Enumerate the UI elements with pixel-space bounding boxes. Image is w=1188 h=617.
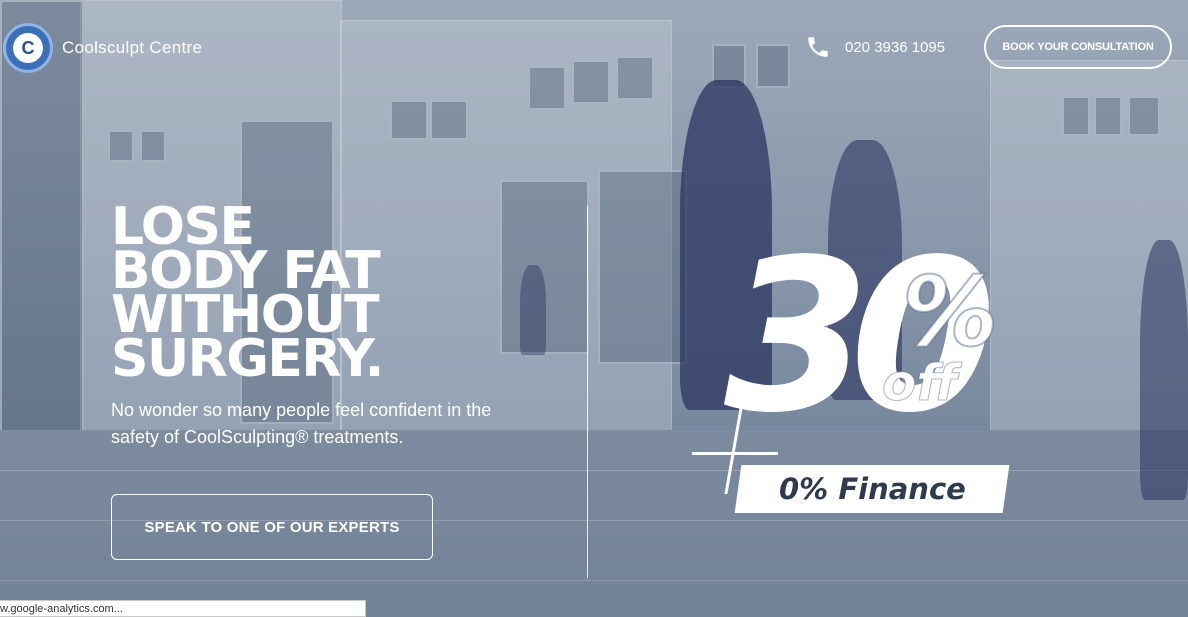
finance-badge: 0% Finance	[734, 465, 1010, 513]
phone-link[interactable]: 020 3936 1095	[805, 34, 945, 60]
finance-label: 0% Finance	[778, 472, 966, 506]
logo-letter: C	[13, 33, 43, 63]
percent-sign: %	[901, 256, 999, 368]
phone-number: 020 3936 1095	[845, 38, 946, 56]
speak-to-expert-button[interactable]: SPEAK TO ONE OF OUR EXPERTS	[111, 494, 433, 560]
off-label: off	[882, 354, 959, 412]
headline-line-4: SURGERY.	[111, 329, 384, 389]
hero-headline: LOSE BODY FAT WITHOUT SURGERY.	[111, 201, 384, 389]
phone-icon	[808, 37, 828, 57]
logo-icon: C	[3, 23, 53, 73]
plus-icon-horizontal	[692, 452, 778, 455]
book-consultation-button[interactable]: BOOK YOUR CONSULTATION	[984, 25, 1172, 69]
brand-name: Coolsculpt Centre	[62, 38, 203, 57]
offer-graphic: 30 % off 0% Finance	[690, 222, 1050, 530]
hero-subtext: No wonder so many people feel confident …	[111, 400, 492, 447]
hero-section: C Coolsculpt Centre 020 3936 1095 BOOK Y…	[0, 0, 1188, 617]
vertical-divider	[587, 206, 588, 578]
site-logo[interactable]: C Coolsculpt Centre	[3, 23, 202, 73]
browser-status-bar: w.google-analytics.com...	[0, 600, 366, 617]
